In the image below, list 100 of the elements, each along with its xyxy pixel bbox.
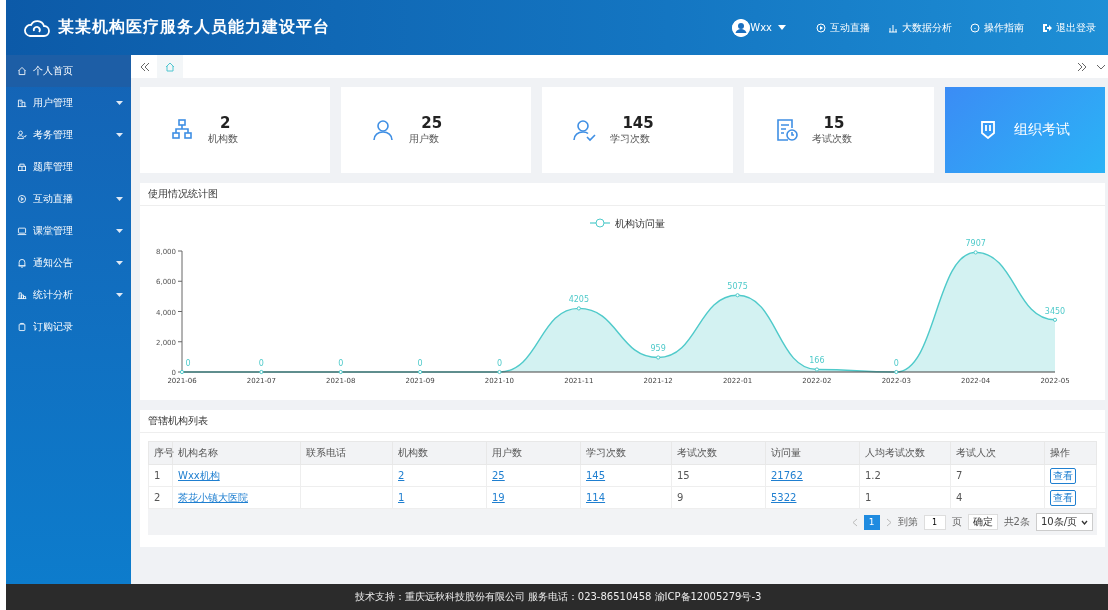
column-header: 联系电话 xyxy=(300,441,393,465)
action-label: 组织考试 xyxy=(1013,121,1070,139)
data-label: 7907 xyxy=(965,239,986,249)
table-cell: 1 xyxy=(859,486,951,509)
panel-title: 管辖机构列表 xyxy=(148,414,208,428)
data-label: 0 xyxy=(417,359,423,368)
sidebar-item[interactable]: 课堂管理 xyxy=(6,215,131,247)
stat-value: 2 xyxy=(220,114,232,132)
home-icon xyxy=(165,61,175,72)
user-name[interactable]: Wxx xyxy=(750,22,772,33)
caret-icon xyxy=(1081,519,1088,525)
table-link[interactable]: 25 xyxy=(492,470,505,481)
org-chart-icon xyxy=(170,118,194,142)
table-cell: 1.2 xyxy=(859,464,951,487)
column-header: 操作 xyxy=(1044,441,1097,465)
column-header: 访问量 xyxy=(765,441,860,465)
table-link[interactable]: 5322 xyxy=(771,492,797,503)
data-point xyxy=(497,369,502,375)
data-point xyxy=(259,369,264,375)
sidebar-item[interactable]: 题库管理 xyxy=(6,151,131,183)
table-cell: 15 xyxy=(671,464,766,487)
data-point xyxy=(1052,317,1058,322)
table-link[interactable]: 茶花小镇大医院 xyxy=(178,491,248,503)
sidebar-item[interactable]: 用户管理 xyxy=(6,87,131,119)
column-header: 机构名称 xyxy=(172,441,301,465)
data-point xyxy=(576,306,581,311)
person-check-icon xyxy=(17,130,27,140)
app-title: 某某机构医疗服务人员能力建设平台 xyxy=(58,17,331,38)
box-icon xyxy=(17,162,27,172)
scroll-right-icon[interactable] xyxy=(1076,61,1088,72)
header-link[interactable]: 退出登录 xyxy=(1042,20,1096,35)
table-link[interactable]: 21762 xyxy=(771,470,803,481)
shield-icon xyxy=(979,121,996,139)
view-button[interactable]: 查看 xyxy=(1050,467,1076,484)
table-cell: 4 xyxy=(950,486,1045,509)
bar-chart-icon xyxy=(888,22,898,33)
organize-exam-card[interactable]: 组织考试 xyxy=(944,87,1105,173)
cloud-logo-icon xyxy=(24,17,50,38)
stat-value: 15 xyxy=(823,114,846,132)
table-cell: 9 xyxy=(671,486,766,509)
data-label: 959 xyxy=(650,344,666,354)
goto-label: 到第 xyxy=(897,515,918,529)
column-header: 机构数 xyxy=(392,441,487,465)
avatar-icon xyxy=(732,18,751,37)
page-size-select[interactable]: 10条/页 xyxy=(1035,513,1093,531)
table-link[interactable]: 1 xyxy=(398,492,405,503)
page-button[interactable]: 1 xyxy=(863,514,880,530)
column-header: 考试人次 xyxy=(950,441,1045,465)
data-point xyxy=(656,355,661,360)
sidebar-item[interactable]: 通知公告 xyxy=(6,247,131,279)
sidebar-item[interactable]: 统计分析 xyxy=(6,279,131,311)
data-label: 0 xyxy=(496,359,502,368)
bar-chart-icon xyxy=(17,290,27,300)
page-input[interactable]: 1 xyxy=(923,514,946,530)
data-label: 4205 xyxy=(568,295,589,305)
sidebar-item[interactable]: 考务管理 xyxy=(6,119,131,151)
data-point xyxy=(418,369,423,375)
column-header: 人均考试次数 xyxy=(859,441,951,465)
legend-label: 机构访问量 xyxy=(615,218,665,229)
column-header: 用户数 xyxy=(486,441,581,465)
stat-value: 145 xyxy=(622,114,654,132)
panel-title: 使用情况统计图 xyxy=(148,187,218,201)
user-icon xyxy=(371,118,396,142)
total-count: 共2条 xyxy=(1003,515,1030,529)
table-link[interactable]: Wxx机构 xyxy=(178,469,220,481)
legend-marker-icon[interactable] xyxy=(589,218,611,228)
table-link[interactable]: 145 xyxy=(586,470,606,481)
table-link[interactable]: 19 xyxy=(492,492,505,503)
column-header: 考试次数 xyxy=(671,441,766,465)
logout-icon xyxy=(1042,22,1052,33)
data-point xyxy=(973,250,978,255)
collapse-left-icon[interactable] xyxy=(139,61,151,72)
header-link[interactable]: 互动直播 xyxy=(816,20,870,35)
help-circle-icon xyxy=(970,22,980,33)
play-circle-icon xyxy=(17,194,27,204)
column-header: 学习次数 xyxy=(580,441,672,465)
page-unit: 页 xyxy=(951,515,962,529)
building-icon xyxy=(17,98,27,108)
stat-value: 25 xyxy=(421,114,443,132)
data-label: 5075 xyxy=(727,282,748,292)
header-link[interactable]: 操作指南 xyxy=(970,20,1024,35)
monitor-icon xyxy=(17,226,27,236)
stat-label: 机构数 xyxy=(208,132,238,146)
caret-icon[interactable] xyxy=(778,25,786,30)
play-circle-icon xyxy=(816,22,826,33)
table-link[interactable]: 2 xyxy=(398,470,405,481)
header-link[interactable]: 大数据分析 xyxy=(888,20,952,35)
sidebar-item[interactable]: 互动直播 xyxy=(6,183,131,215)
sidebar-item[interactable]: 个人首页 xyxy=(6,55,131,87)
data-point xyxy=(894,369,899,375)
data-label: 3450 xyxy=(1044,306,1066,316)
stat-label: 学习次数 xyxy=(610,132,652,146)
view-button[interactable]: 查看 xyxy=(1050,489,1076,506)
stat-label: 用户数 xyxy=(409,132,441,146)
table-cell: 1 xyxy=(148,464,173,487)
table-link[interactable]: 114 xyxy=(586,492,606,503)
data-label: 0 xyxy=(185,359,191,368)
confirm-button[interactable]: 确定 xyxy=(967,514,998,530)
dropdown-caret-icon[interactable] xyxy=(1096,62,1106,71)
sidebar-item[interactable]: 订购记录 xyxy=(6,311,131,343)
